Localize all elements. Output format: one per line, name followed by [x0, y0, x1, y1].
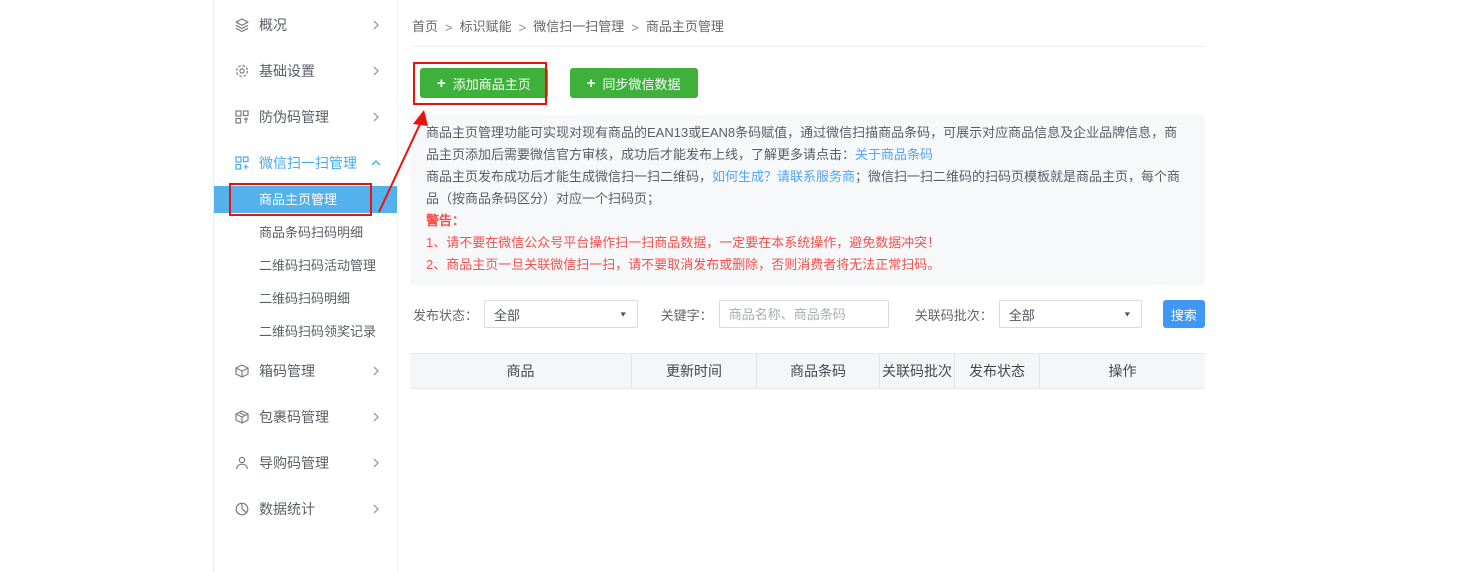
wechat-scan-submenu: 商品主页管理 商品条码扫码明细 二维码扫码活动管理 二维码扫码明细 二维码扫码领… — [214, 186, 397, 348]
publish-status-label: 发布状态： — [413, 305, 478, 324]
info-paragraph-2: 商品主页发布成功后才能生成微信扫一扫二维码，如何生成？请联系服务商；微信扫一扫二… — [426, 166, 1189, 210]
publish-status-select[interactable]: 全部 ▼ — [484, 300, 638, 328]
column-header-product-barcode: 商品条码 — [757, 354, 880, 388]
main-content: 首页 > 标识赋能 > 微信扫一扫管理 > 商品主页管理 + 添加商品主页 + … — [410, 0, 1205, 572]
breadcrumb-current-page: 商品主页管理 — [646, 16, 724, 35]
gear-icon — [234, 63, 250, 79]
add-product-homepage-button[interactable]: + 添加商品主页 — [420, 68, 548, 98]
sidebar-item-label: 微信扫一扫管理 — [259, 153, 371, 173]
package-icon — [234, 409, 250, 425]
caret-down-icon: ▼ — [1123, 310, 1132, 318]
chevron-right-icon — [371, 366, 381, 376]
sidebar-item-case-code[interactable]: 箱码管理 — [214, 348, 397, 394]
sidebar-item-label: 导购码管理 — [259, 453, 371, 473]
search-button[interactable]: 搜索 — [1163, 300, 1205, 328]
breadcrumb-separator: > — [519, 20, 527, 35]
breadcrumb: 首页 > 标识赋能 > 微信扫一扫管理 > 商品主页管理 — [412, 0, 1205, 47]
submenu-item-qrcode-prize-records[interactable]: 二维码扫码领奖记录 — [214, 315, 397, 348]
pie-chart-icon — [234, 501, 250, 517]
chevron-right-icon — [371, 458, 381, 468]
toolbar: + 添加商品主页 + 同步微信数据 — [420, 68, 698, 98]
sync-wechat-data-button[interactable]: + 同步微信数据 — [570, 68, 698, 98]
sidebar-item-shopping-guide-code[interactable]: 导购码管理 — [214, 440, 397, 486]
contact-service-provider-link[interactable]: 如何生成？请联系服务商 — [712, 169, 855, 184]
sidebar-item-label: 数据统计 — [259, 499, 371, 519]
breadcrumb-separator: > — [445, 20, 453, 35]
chevron-right-icon — [371, 412, 381, 422]
sidebar-item-label: 箱码管理 — [259, 361, 371, 381]
sidebar-item-label: 防伪码管理 — [259, 107, 371, 127]
add-product-homepage-label: 添加商品主页 — [453, 74, 531, 93]
sidebar-item-label: 包裹码管理 — [259, 407, 371, 427]
batch-label: 关联码批次： — [915, 305, 993, 324]
column-header-product: 商品 — [410, 354, 632, 388]
box-icon — [234, 363, 250, 379]
sidebar-item-parcel-code[interactable]: 包裹码管理 — [214, 394, 397, 440]
column-header-linked-batch: 关联码批次 — [880, 354, 955, 388]
column-header-update-time: 更新时间 — [632, 354, 757, 388]
info-text: 商品主页发布成功后才能生成微信扫一扫二维码， — [426, 169, 712, 184]
keyword-label: 关键字： — [661, 305, 713, 324]
submenu-item-product-homepage-management[interactable]: 商品主页管理 — [214, 186, 397, 213]
publish-status-value: 全部 — [494, 305, 613, 324]
info-panel: 商品主页管理功能可实现对现有商品的EAN13或EAN8条码赋值，通过微信扫描商品… — [410, 115, 1205, 285]
submenu-item-qrcode-activity-management[interactable]: 二维码扫码活动管理 — [214, 249, 397, 282]
breadcrumb-home[interactable]: 首页 — [412, 16, 438, 35]
keyword-input[interactable] — [719, 300, 889, 328]
sidebar-item-anticounterfeit-code[interactable]: 防伪码管理 — [214, 94, 397, 140]
info-paragraph-1: 商品主页管理功能可实现对现有商品的EAN13或EAN8条码赋值，通过微信扫描商品… — [426, 122, 1189, 166]
plus-icon: + — [437, 76, 446, 91]
table-header-row: 商品 更新时间 商品条码 关联码批次 发布状态 操作 — [410, 353, 1205, 389]
sidebar-item-wechat-scan[interactable]: 微信扫一扫管理 — [214, 140, 397, 186]
about-product-barcode-link[interactable]: 关于商品条码 — [855, 147, 933, 162]
sync-wechat-data-label: 同步微信数据 — [603, 74, 681, 93]
sidebar-item-label: 概况 — [259, 15, 371, 35]
anticounterfeit-code-icon — [234, 109, 250, 125]
submenu-item-barcode-scan-detail[interactable]: 商品条码扫码明细 — [214, 216, 397, 249]
column-header-publish-status: 发布状态 — [955, 354, 1040, 388]
chevron-right-icon — [371, 504, 381, 514]
breadcrumb-wechat-scan[interactable]: 微信扫一扫管理 — [533, 16, 624, 35]
warning-title: 警告： — [426, 210, 1189, 232]
batch-select[interactable]: 全部 ▼ — [999, 300, 1142, 328]
column-header-actions: 操作 — [1040, 354, 1205, 388]
sidebar-item-data-statistics[interactable]: 数据统计 — [214, 486, 397, 532]
warning-line-2: 2、商品主页一旦关联微信扫一扫，请不要取消发布或删除，否则消费者将无法正常扫码。 — [426, 254, 1189, 276]
wechat-scan-icon — [234, 155, 250, 171]
sidebar: 概况 基础设置 防伪码管理 — [213, 0, 398, 572]
submenu-item-qrcode-scan-detail[interactable]: 二维码扫码明细 — [214, 282, 397, 315]
caret-down-icon: ▼ — [619, 310, 628, 318]
sidebar-item-basic-settings[interactable]: 基础设置 — [214, 48, 397, 94]
chevron-up-icon — [371, 158, 381, 168]
info-text: 商品主页管理功能可实现对现有商品的EAN13或EAN8条码赋值，通过微信扫描商品… — [426, 125, 1177, 162]
warning-line-1: 1、请不要在微信公众号平台操作扫一扫商品数据，一定要在本系统操作，避免数据冲突！ — [426, 232, 1189, 254]
chevron-right-icon — [371, 112, 381, 122]
filter-bar: 发布状态： 全部 ▼ 关键字： 关联码批次： 全部 ▼ 搜索 — [413, 300, 1205, 328]
product-homepage-management-page: 概况 基础设置 防伪码管理 — [0, 0, 1482, 572]
breadcrumb-separator: > — [631, 20, 639, 35]
breadcrumb-identity-enablement[interactable]: 标识赋能 — [460, 16, 512, 35]
results-table: 商品 更新时间 商品条码 关联码批次 发布状态 操作 — [410, 353, 1205, 389]
layers-icon — [234, 17, 250, 33]
sidebar-item-overview[interactable]: 概况 — [214, 2, 397, 48]
chevron-right-icon — [371, 66, 381, 76]
batch-value: 全部 — [1009, 305, 1117, 324]
sidebar-item-label: 基础设置 — [259, 61, 371, 81]
chevron-right-icon — [371, 20, 381, 30]
person-icon — [234, 455, 250, 471]
plus-icon: + — [587, 76, 596, 91]
